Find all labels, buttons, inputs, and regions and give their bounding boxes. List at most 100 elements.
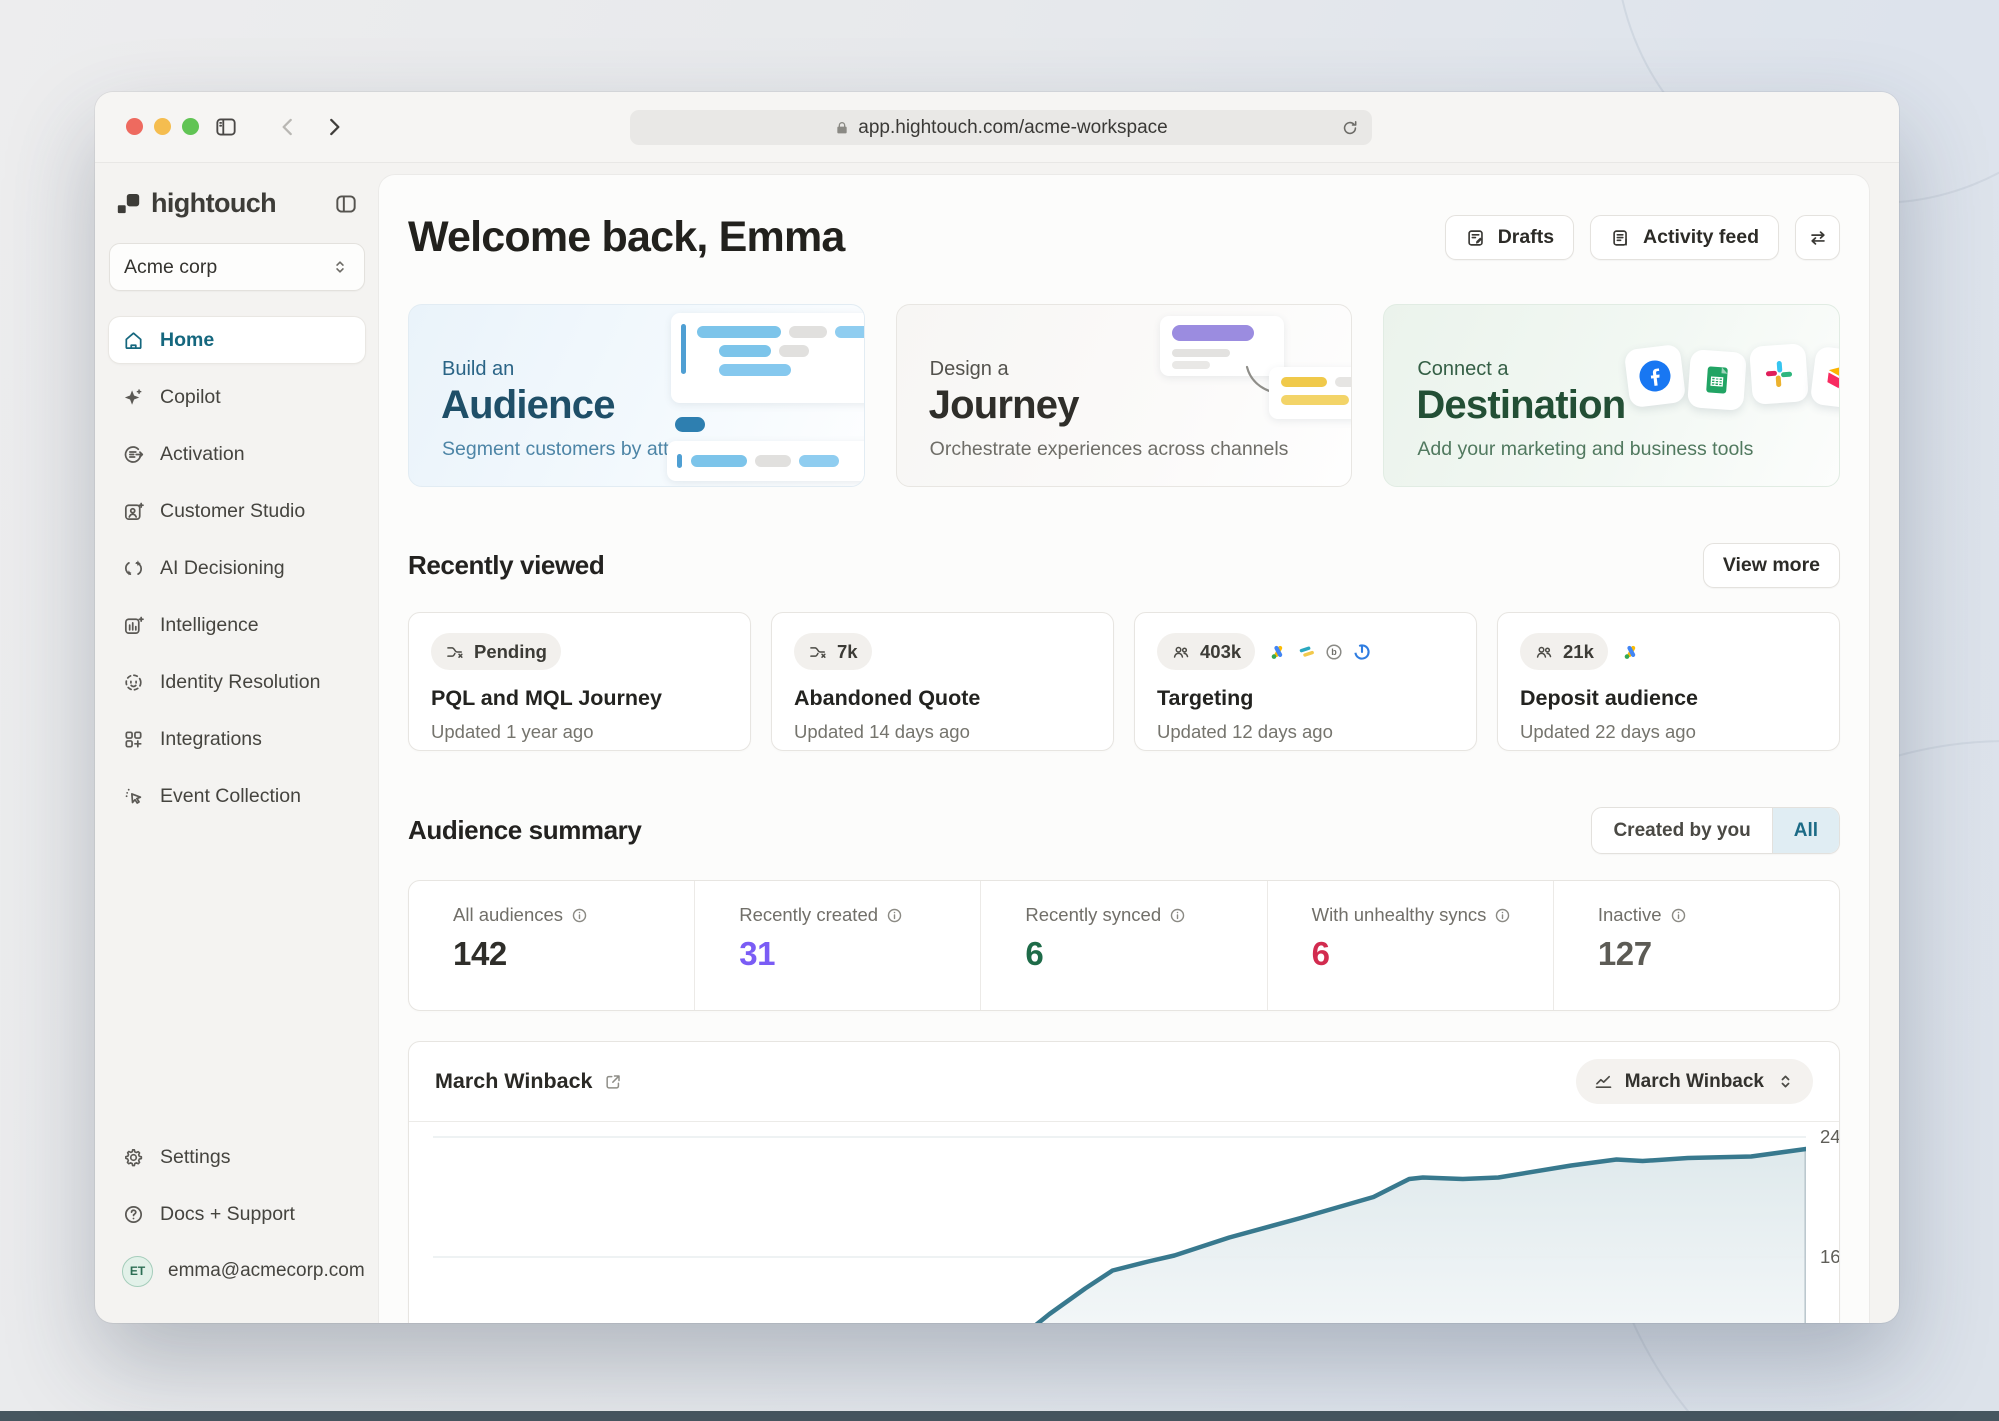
main-content: Welcome back, Emma Drafts Activity feed (379, 175, 1869, 1323)
design-journey-card[interactable]: Design a Journey Orchestrate experiences… (896, 304, 1353, 487)
audience-filter-toggle: Created by you All (1591, 807, 1840, 854)
audience-people-icon (1171, 642, 1191, 662)
close-window-button[interactable] (126, 118, 143, 135)
identity-resolution-icon (122, 671, 145, 694)
info-icon[interactable] (1494, 907, 1511, 924)
sidebar-item-identity-resolution[interactable]: Identity Resolution (109, 659, 365, 705)
sidebar-item-ai-decisioning[interactable]: AI Decisioning (109, 545, 365, 591)
zoom-window-button[interactable] (182, 118, 199, 135)
sidebar-item-event-collection[interactable]: Event Collection (109, 773, 365, 819)
ai-decisioning-icon (122, 557, 145, 580)
sidebar-item-label: Activation (160, 443, 245, 466)
connect-destination-card[interactable]: Connect a Destination Add your marketing… (1383, 304, 1840, 487)
stat-label: Recently created (739, 904, 878, 926)
browser-window: app.hightouch.com/acme-workspace hightou… (95, 92, 1899, 1323)
chevron-updown-icon (330, 257, 350, 277)
screen-bottom-strip (0, 1411, 1999, 1421)
build-audience-card[interactable]: Build an Audience Segment customers by a… (408, 304, 865, 487)
card-title: Audience (441, 383, 615, 428)
external-link-icon[interactable] (603, 1072, 623, 1092)
drafts-button[interactable]: Drafts (1445, 215, 1574, 260)
count-badge: 21k (1520, 633, 1608, 670)
svg-text:b: b (1331, 647, 1337, 657)
sidebar-item-label: Copilot (160, 386, 221, 409)
sidebar-item-settings[interactable]: Settings (109, 1134, 365, 1180)
stat-value: 6 (1312, 935, 1553, 973)
destination-mini-logos: b (1269, 643, 1371, 661)
collapse-sidebar-icon[interactable] (333, 191, 359, 217)
sidebar-item-docs-support[interactable]: Docs + Support (109, 1191, 365, 1237)
info-icon[interactable] (1169, 907, 1186, 924)
question-circle-icon (122, 1203, 145, 1226)
view-more-button[interactable]: View more (1703, 543, 1840, 588)
info-icon[interactable] (571, 907, 588, 924)
sidebar-item-home[interactable]: Home (109, 317, 365, 363)
recent-card-title: PQL and MQL Journey (431, 686, 728, 711)
recently-viewed-cards: Pending PQL and MQL Journey Updated 1 ye… (408, 612, 1840, 751)
intelligence-icon (122, 614, 145, 637)
count-badge: 7k (794, 633, 872, 670)
journey-icon (808, 642, 828, 662)
workspace-selector[interactable]: Acme corp (109, 243, 365, 291)
recent-card-targeting[interactable]: 403k b Targeting Updated 12 days ago (1134, 612, 1477, 751)
hightouch-logo-icon (115, 190, 142, 217)
sidebar-item-label: Docs + Support (160, 1203, 295, 1226)
gear-icon (122, 1146, 145, 1169)
recent-card-abandoned-quote[interactable]: 7k Abandoned Quote Updated 14 days ago (771, 612, 1114, 751)
back-button[interactable] (275, 114, 301, 140)
sidebar-item-integrations[interactable]: Integrations (109, 716, 365, 762)
stat-unhealthy-syncs: With unhealthy syncs 6 (1267, 881, 1553, 1010)
sidebar-header: hightouch (109, 188, 365, 219)
journey-icon (445, 642, 465, 662)
minimize-window-button[interactable] (154, 118, 171, 135)
badge-label: Pending (474, 641, 547, 663)
sidebar-item-label: AI Decisioning (160, 557, 285, 580)
stat-recently-synced: Recently synced 6 (980, 881, 1266, 1010)
recent-card-deposit-audience[interactable]: 21k Deposit audience Updated 22 days ago (1497, 612, 1840, 751)
sidebar-item-label: Intelligence (160, 614, 259, 637)
account-email: emma@acmecorp.com (168, 1260, 365, 1282)
google-ads-icon (1269, 643, 1287, 661)
badge-label: 21k (1563, 641, 1594, 663)
info-icon[interactable] (1670, 907, 1687, 924)
y-tick-16k: 16k (1820, 1246, 1840, 1268)
reload-icon[interactable] (1340, 118, 1360, 138)
desktop: app.hightouch.com/acme-workspace hightou… (0, 0, 1999, 1421)
card-eyebrow: Design a (930, 358, 1009, 381)
card-subtitle: Orchestrate experiences across channels (930, 438, 1289, 461)
forward-button[interactable] (321, 114, 347, 140)
sidebar-item-intelligence[interactable]: Intelligence (109, 602, 365, 648)
activation-icon (122, 443, 145, 466)
recent-card-updated: Updated 1 year ago (431, 721, 728, 743)
sidebar-item-customer-studio[interactable]: Customer Studio (109, 488, 365, 534)
browser-sidebar-toggle-icon[interactable] (213, 114, 239, 140)
count-badge: 403k (1157, 633, 1255, 670)
stat-label: All audiences (453, 904, 563, 926)
sidebar-item-account[interactable]: ET emma@acmecorp.com (109, 1248, 365, 1294)
chart-metric-selector[interactable]: March Winback (1576, 1059, 1813, 1104)
stat-value: 127 (1598, 935, 1839, 973)
recent-card-pql-mql-journey[interactable]: Pending PQL and MQL Journey Updated 1 ye… (408, 612, 751, 751)
stat-recently-created: Recently created 31 (694, 881, 980, 1010)
recent-card-updated: Updated 14 days ago (794, 721, 1091, 743)
badge-label: 7k (837, 641, 858, 663)
filter-all[interactable]: All (1772, 808, 1839, 853)
event-collection-icon (122, 785, 145, 808)
swap-arrows-icon (1807, 227, 1829, 249)
recent-card-title: Targeting (1157, 686, 1454, 711)
recent-card-updated: Updated 12 days ago (1157, 721, 1454, 743)
switch-workspace-button[interactable] (1795, 215, 1840, 260)
sidebar-footer: Settings Docs + Support ET emma@acmecorp… (109, 1134, 365, 1305)
filter-created-by-you[interactable]: Created by you (1592, 808, 1771, 853)
activity-feed-label: Activity feed (1643, 226, 1759, 249)
letter-b-icon: b (1325, 643, 1343, 661)
stat-inactive: Inactive 127 (1553, 881, 1839, 1010)
activity-feed-button[interactable]: Activity feed (1590, 215, 1779, 260)
info-icon[interactable] (886, 907, 903, 924)
sidebar-item-activation[interactable]: Activation (109, 431, 365, 477)
recent-card-title: Abandoned Quote (794, 686, 1091, 711)
address-bar[interactable]: app.hightouch.com/acme-workspace (630, 110, 1372, 145)
sidebar-nav: Home Copilot Activation Customer Studio … (109, 317, 365, 819)
integrations-icon (122, 728, 145, 751)
sidebar-item-copilot[interactable]: Copilot (109, 374, 365, 420)
